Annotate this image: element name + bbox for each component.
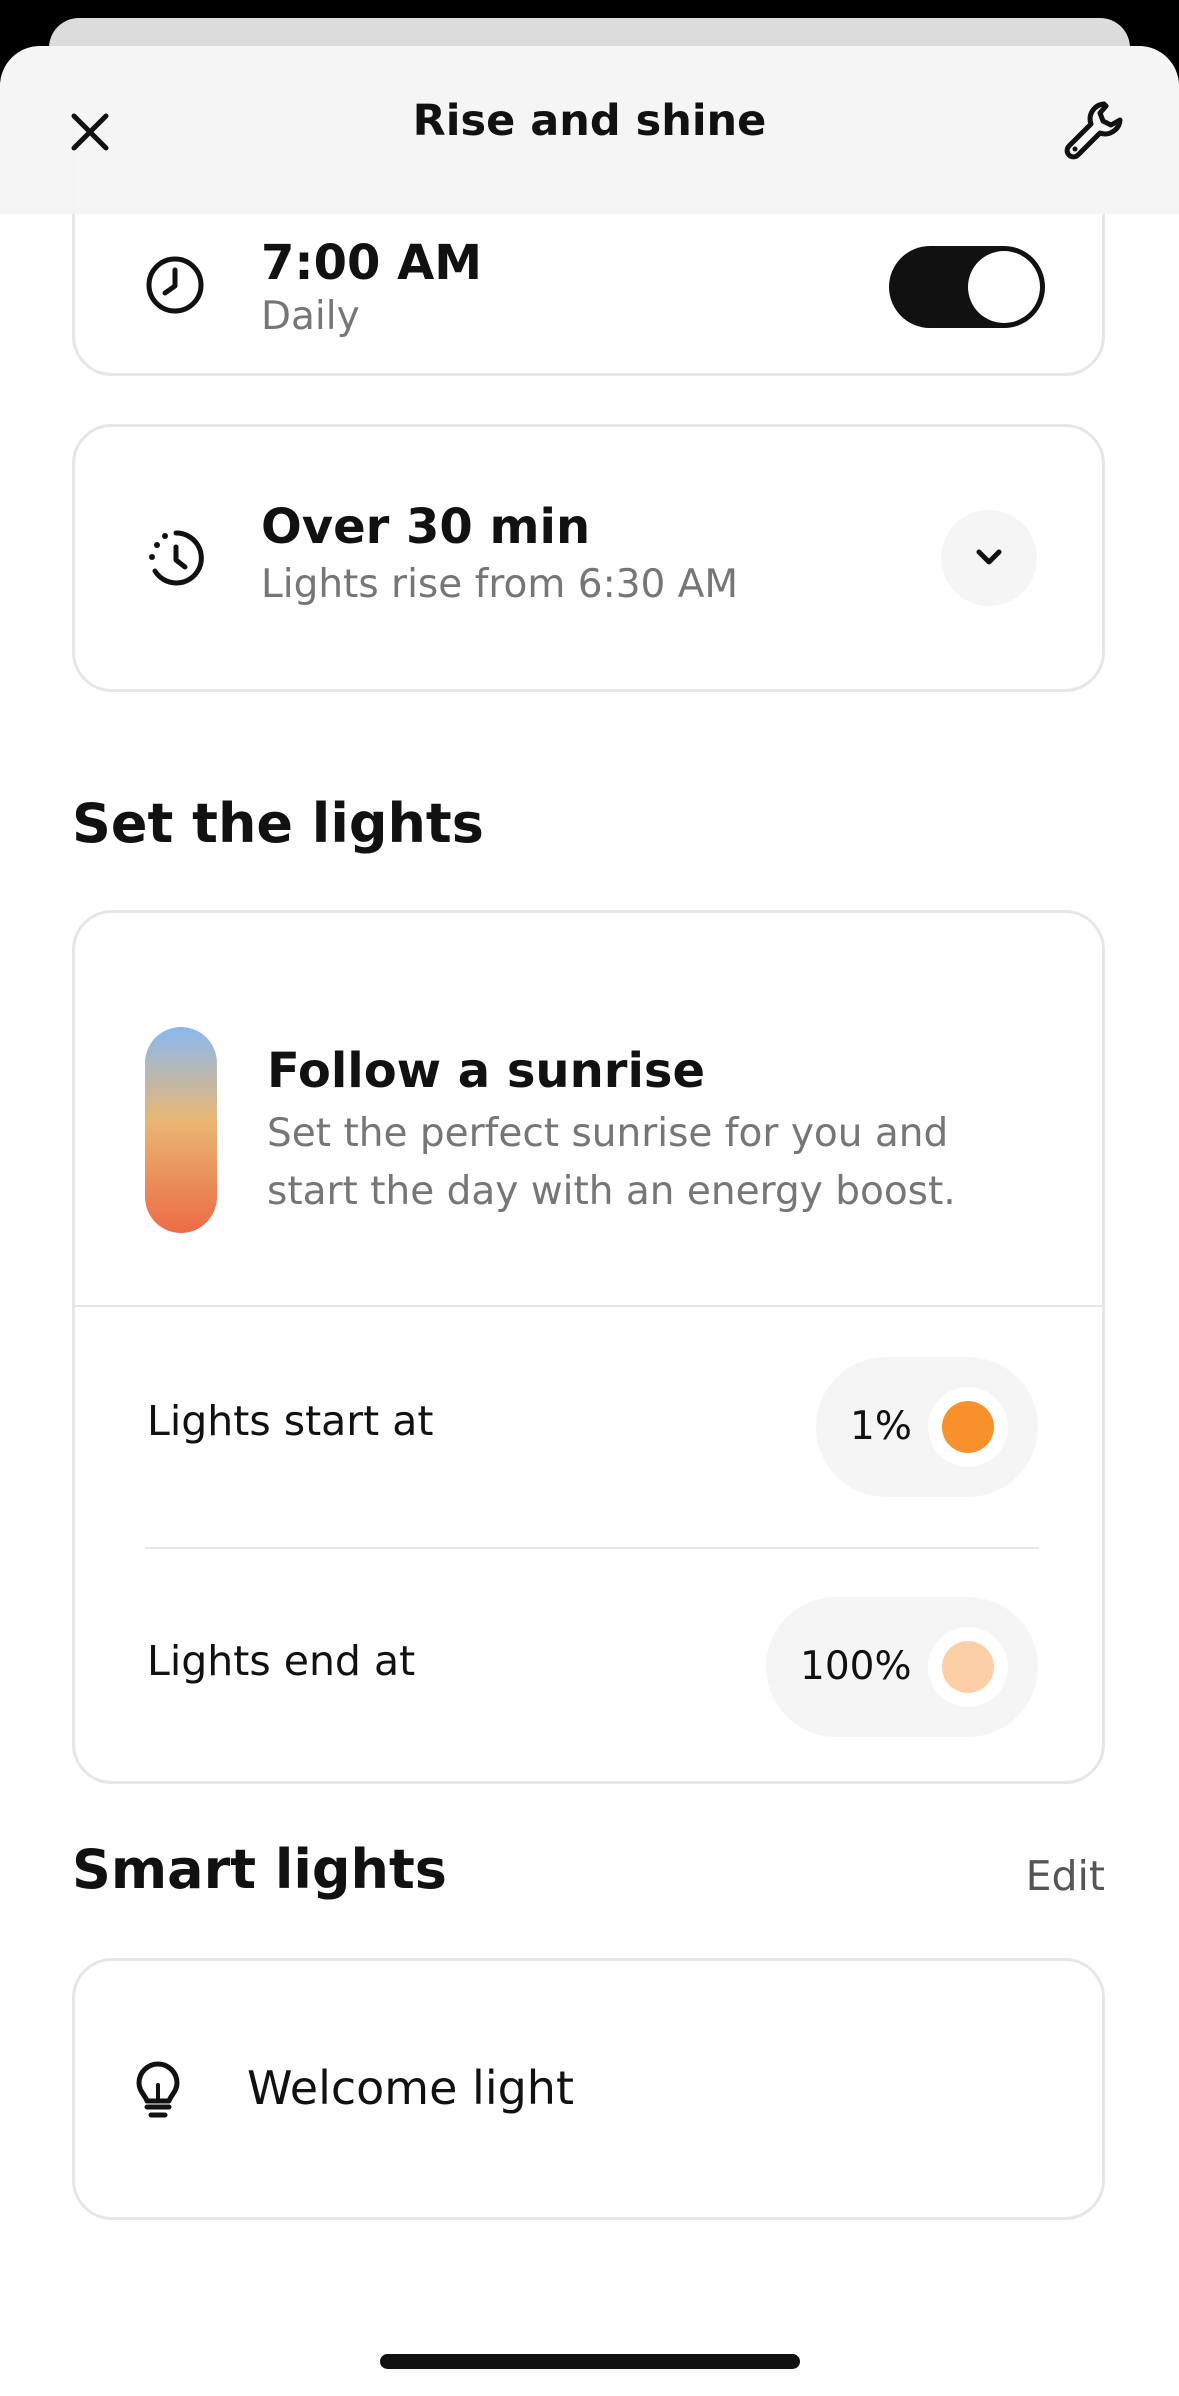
edit-button[interactable]: Edit bbox=[1026, 1852, 1105, 1900]
toggle-knob bbox=[968, 251, 1040, 323]
sunrise-duration-card[interactable]: Over 30 min Lights rise from 6:30 AM bbox=[72, 424, 1105, 692]
lights-end-color bbox=[942, 1641, 994, 1693]
lights-end-color-ring bbox=[928, 1627, 1008, 1707]
sunrise-description-line2: start the day with an energy boost. bbox=[267, 1169, 956, 1214]
lights-end-label: Lights end at bbox=[147, 1637, 416, 1685]
wrench-icon[interactable] bbox=[1062, 98, 1128, 164]
smart-light-item[interactable]: Welcome light bbox=[72, 1958, 1105, 2220]
sheet-header: Rise and shine bbox=[0, 46, 1179, 214]
lights-settings-card: Follow a sunrise Set the perfect sunrise… bbox=[72, 910, 1105, 1784]
smart-lights-heading: Smart lights bbox=[72, 1838, 447, 1901]
duration-title: Over 30 min bbox=[261, 499, 591, 555]
lights-end-value: 100% bbox=[800, 1644, 912, 1689]
lights-start-color-ring bbox=[928, 1387, 1008, 1467]
alarm-repeat: Daily bbox=[261, 294, 360, 339]
smart-light-name: Welcome light bbox=[247, 2061, 574, 2115]
lights-end-pill[interactable]: 100% bbox=[766, 1597, 1038, 1737]
alarm-time: 7:00 AM bbox=[261, 235, 483, 291]
lights-start-label: Lights start at bbox=[147, 1397, 434, 1445]
lights-start-color bbox=[942, 1401, 994, 1453]
expand-button[interactable] bbox=[941, 510, 1037, 606]
clock-icon bbox=[146, 256, 204, 314]
alarm-toggle[interactable] bbox=[889, 246, 1045, 328]
page-title: Rise and shine bbox=[412, 96, 767, 146]
lightbulb-icon bbox=[136, 2061, 180, 2118]
lights-start-value: 1% bbox=[850, 1404, 912, 1449]
chevron-down-icon bbox=[976, 549, 1002, 565]
sunrise-gradient-swatch bbox=[145, 1027, 217, 1233]
history-clock-icon bbox=[149, 530, 204, 586]
lights-end-row[interactable]: Lights end at 100% bbox=[75, 1549, 1102, 1785]
duration-subtitle: Lights rise from 6:30 AM bbox=[261, 562, 739, 607]
lights-start-pill[interactable]: 1% bbox=[816, 1357, 1038, 1497]
home-indicator bbox=[380, 2354, 800, 2369]
sunrise-title: Follow a sunrise bbox=[267, 1043, 706, 1099]
lights-start-row[interactable]: Lights start at 1% bbox=[75, 1307, 1102, 1547]
routine-sheet: 7:00 AM Daily Over 30 min Lights rise fr… bbox=[0, 46, 1179, 2396]
set-lights-heading: Set the lights bbox=[72, 792, 484, 855]
sunrise-description-line1: Set the perfect sunrise for you and bbox=[267, 1111, 949, 1156]
